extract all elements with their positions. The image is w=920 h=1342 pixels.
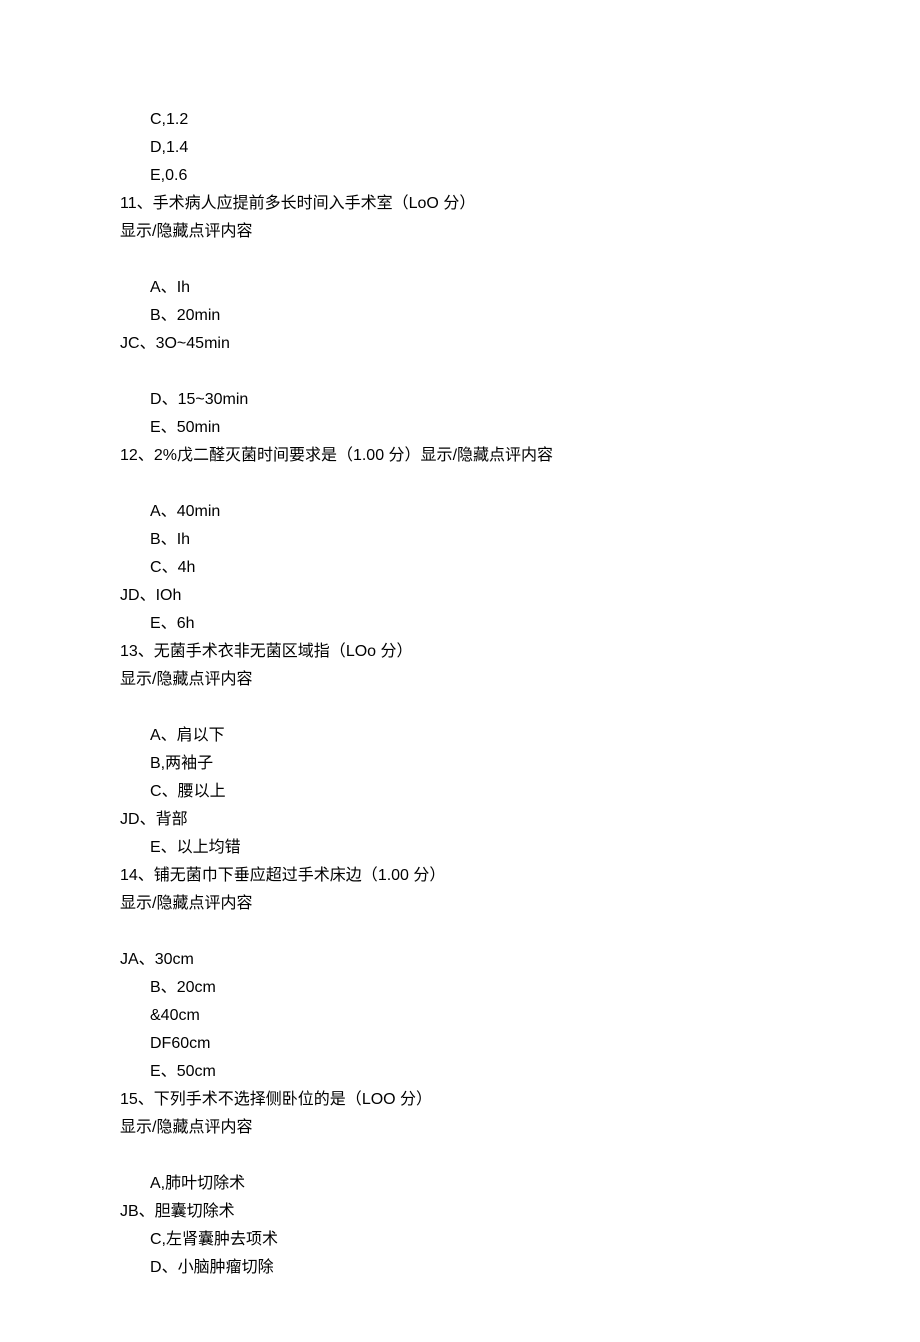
text-line: A、40min [120, 498, 800, 526]
document-page: C,1.2D,1.4E,0.611、手术病人应提前多长时间入手术室（LoO 分）… [0, 0, 920, 1342]
text-line: B、20cm [120, 974, 800, 1002]
text-line [120, 470, 800, 498]
text-line: JA、30cm [120, 946, 800, 974]
text-line: 13、无菌手术衣非无菌区域指（LOo 分） [120, 638, 800, 666]
text-line: B、20min [120, 302, 800, 330]
text-line [120, 358, 800, 386]
text-line: D、小脑肿瘤切除 [120, 1254, 800, 1282]
text-line: B、Ih [120, 526, 800, 554]
text-line: E、以上均错 [120, 834, 800, 862]
document-content: C,1.2D,1.4E,0.611、手术病人应提前多长时间入手术室（LoO 分）… [120, 106, 800, 1282]
text-line: A、Ih [120, 274, 800, 302]
text-line: JD、IOh [120, 582, 800, 610]
text-line: 15、下列手术不选择侧卧位的是（LOO 分） [120, 1086, 800, 1114]
text-line: D,1.4 [120, 134, 800, 162]
text-line: JD、背部 [120, 806, 800, 834]
text-line [120, 1142, 800, 1170]
text-line: 14、铺无菌巾下垂应超过手术床边（1.00 分） [120, 862, 800, 890]
text-line: JC、3O~45min [120, 330, 800, 358]
text-line: D、15~30min [120, 386, 800, 414]
text-line [120, 918, 800, 946]
text-line: E、6h [120, 610, 800, 638]
text-line: E、50min [120, 414, 800, 442]
text-line: A、肩以下 [120, 722, 800, 750]
text-line: A,肺叶切除术 [120, 1170, 800, 1198]
text-line: 显示/隐藏点评内容 [120, 890, 800, 918]
text-line: JB、胆囊切除术 [120, 1198, 800, 1226]
text-line: 11、手术病人应提前多长时间入手术室（LoO 分） [120, 190, 800, 218]
text-line: DF60cm [120, 1030, 800, 1058]
text-line [120, 694, 800, 722]
text-line: E,0.6 [120, 162, 800, 190]
text-line: 显示/隐藏点评内容 [120, 1114, 800, 1142]
text-line: B,两袖子 [120, 750, 800, 778]
text-line: 显示/隐藏点评内容 [120, 666, 800, 694]
text-line: 12、2%戊二醛灭菌时间要求是（1.00 分）显示/隐藏点评内容 [120, 442, 800, 470]
text-line: E、50cm [120, 1058, 800, 1086]
text-line: C、腰以上 [120, 778, 800, 806]
text-line: 显示/隐藏点评内容 [120, 218, 800, 246]
text-line: &40cm [120, 1002, 800, 1030]
text-line [120, 246, 800, 274]
text-line: C,1.2 [120, 106, 800, 134]
text-line: C、4h [120, 554, 800, 582]
text-line: C,左肾囊肿去项术 [120, 1226, 800, 1254]
